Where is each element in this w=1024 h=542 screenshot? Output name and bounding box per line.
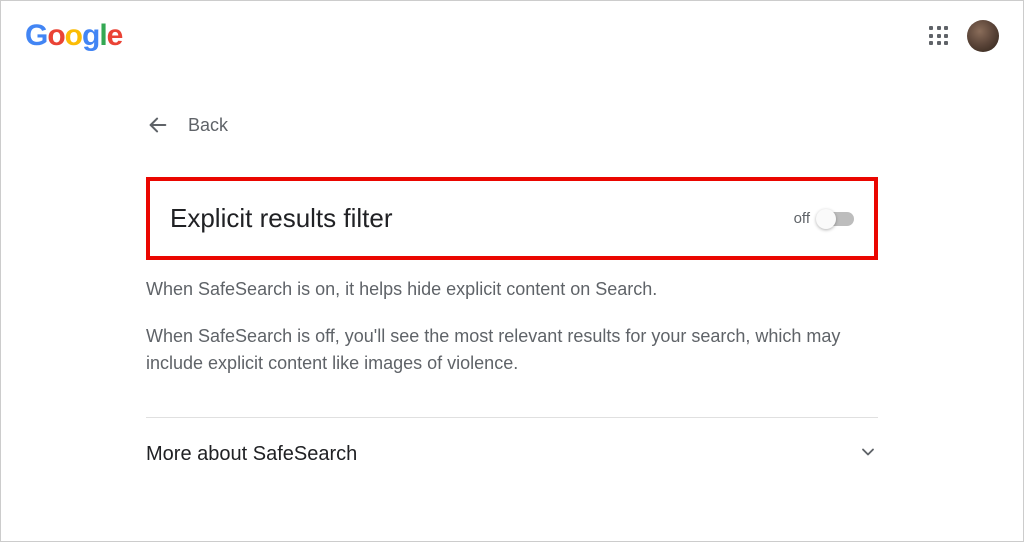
back-button[interactable]: Back bbox=[146, 113, 228, 137]
main-content: Back Explicit results filter off When Sa… bbox=[122, 63, 902, 485]
more-about-safesearch[interactable]: More about SafeSearch bbox=[146, 418, 878, 485]
back-label: Back bbox=[188, 115, 228, 136]
google-logo[interactable]: Google bbox=[25, 19, 122, 53]
safesearch-toggle[interactable] bbox=[818, 212, 854, 226]
explicit-filter-row: Explicit results filter off bbox=[146, 177, 878, 260]
expand-title: More about SafeSearch bbox=[146, 443, 357, 466]
description-on: When SafeSearch is on, it helps hide exp… bbox=[146, 276, 878, 303]
toggle-knob bbox=[816, 209, 836, 229]
header: Google bbox=[1, 1, 1023, 63]
filter-title: Explicit results filter bbox=[170, 203, 393, 234]
toggle-state-label: off bbox=[794, 210, 810, 227]
chevron-down-icon bbox=[858, 442, 878, 467]
avatar[interactable] bbox=[967, 20, 999, 52]
header-right bbox=[929, 20, 999, 52]
apps-grid-icon[interactable] bbox=[929, 26, 949, 46]
arrow-left-icon bbox=[146, 113, 170, 137]
toggle-group: off bbox=[794, 210, 854, 227]
description-off: When SafeSearch is off, you'll see the m… bbox=[146, 323, 878, 377]
